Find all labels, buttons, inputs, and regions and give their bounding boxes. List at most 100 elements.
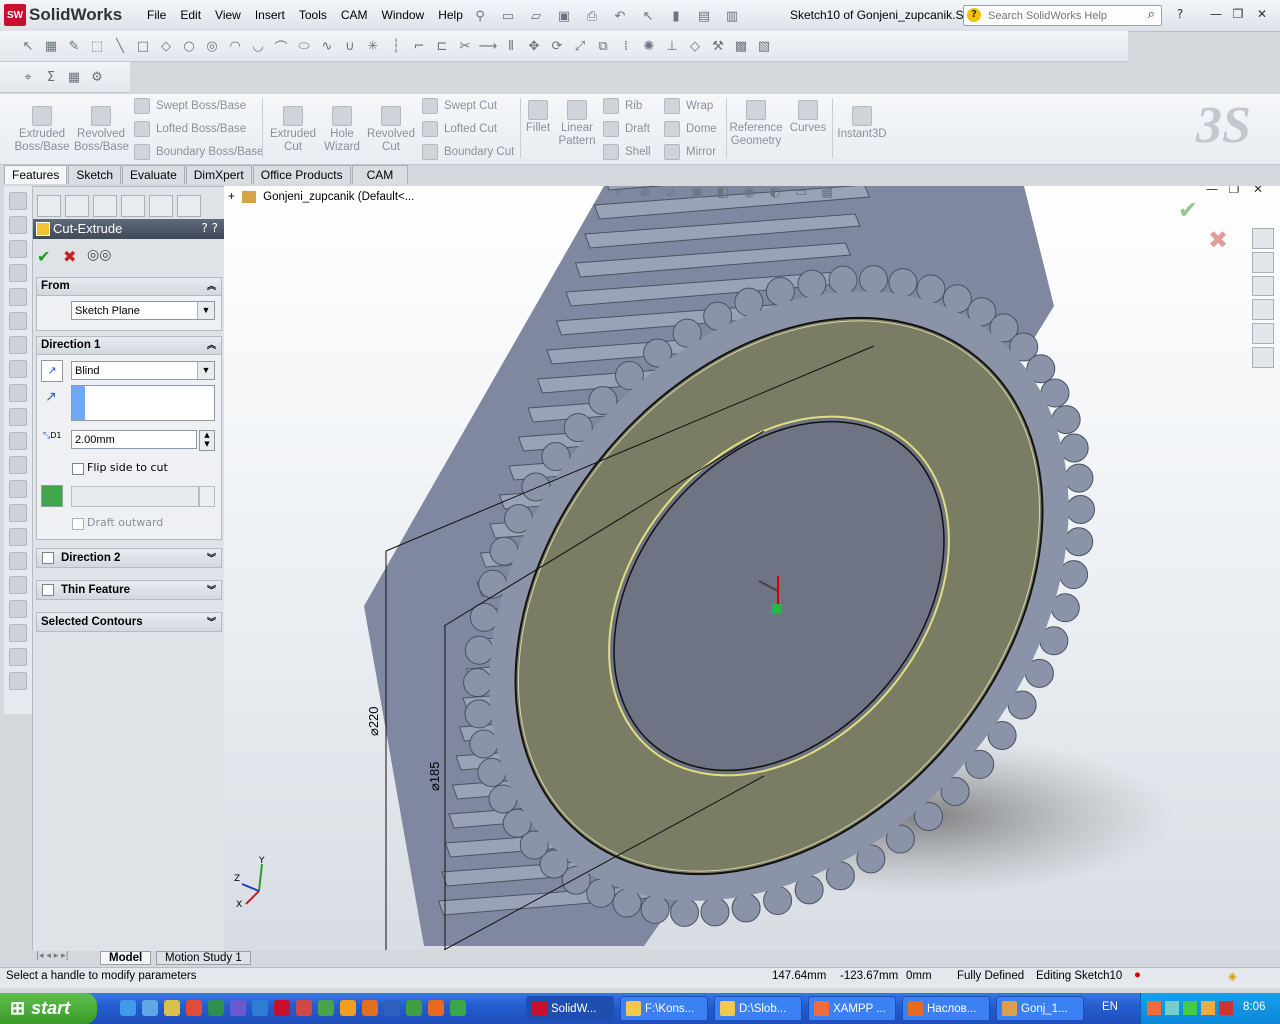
display-style-icon[interactable]: ◧ [713, 186, 733, 202]
hide-show-icon[interactable]: ◉ [739, 186, 759, 202]
rib-button[interactable]: Rib [603, 98, 642, 114]
quicklaunch-icon[interactable] [450, 1000, 466, 1016]
centerline-icon[interactable]: ┆ [386, 36, 406, 56]
tool-icon[interactable] [9, 192, 27, 210]
tab-model[interactable]: Model [100, 951, 152, 965]
quicklaunch-icon[interactable] [340, 1000, 356, 1016]
direction1-header[interactable]: Direction 1 ︽ [37, 337, 221, 355]
print-icon[interactable]: ⎙ [582, 6, 602, 26]
select-icon[interactable]: ↖ [638, 6, 658, 26]
tool-icon[interactable] [9, 456, 27, 474]
relations-icon[interactable]: ⊥ [662, 36, 682, 56]
menu-view[interactable]: View [208, 6, 248, 24]
rebuild-icon[interactable]: ▮ [666, 6, 686, 26]
tool-icon[interactable] [9, 360, 27, 378]
scale-icon[interactable]: ⤢ [570, 36, 590, 56]
new-document-icon[interactable]: ▭ [498, 6, 518, 26]
circular-pattern-icon[interactable]: ✺ [639, 36, 659, 56]
sketch-icon[interactable]: ✎ [64, 36, 84, 56]
open-icon[interactable]: ▱ [526, 6, 546, 26]
doc-restore-icon[interactable]: ❐ [1226, 186, 1242, 196]
offset-icon[interactable]: ⊏ [432, 36, 452, 56]
tool-icon[interactable] [9, 312, 27, 330]
taskbar-button-folder-f[interactable]: F:\Kons... [620, 996, 708, 1021]
boundary-boss-button[interactable]: Boundary Boss/Base [134, 144, 263, 160]
perimeter-circle-icon[interactable]: ◎ [202, 36, 222, 56]
extruded-cut-button[interactable]: Extruded Cut [268, 106, 318, 154]
cam-manager-tab-icon[interactable] [177, 195, 201, 217]
tab-features[interactable]: Features [4, 165, 68, 184]
tool-icon[interactable] [9, 648, 27, 666]
zoom-area-icon[interactable]: ⊕ [635, 186, 655, 202]
hole-wizard-button[interactable]: Hole Wizard [320, 106, 364, 154]
search-icon[interactable]: ⌕ [1148, 7, 1155, 22]
dimension-d1[interactable]: ⌀220 [366, 706, 382, 736]
tool-icon[interactable] [9, 576, 27, 594]
quicklaunch-icon[interactable] [252, 1000, 268, 1016]
boundary-cut-button[interactable]: Boundary Cut [422, 144, 514, 160]
tool-icon[interactable] [9, 432, 27, 450]
dimension-icon[interactable]: ⌖ [18, 67, 38, 87]
zoom-to-fit-icon[interactable]: ⌕ [609, 186, 629, 202]
depth-input[interactable]: 2.00mm [71, 430, 197, 449]
taskbar-button-folder-d[interactable]: D:\Slob... [714, 996, 802, 1021]
menu-cam[interactable]: CAM [334, 6, 375, 24]
taskbar-button-xampp[interactable]: XAMPP ... [808, 996, 896, 1021]
tool-icon[interactable] [9, 528, 27, 546]
polygon-icon[interactable]: ◇ [156, 36, 176, 56]
help-dropdown-icon[interactable]: ? [1172, 7, 1188, 21]
section-view-icon[interactable]: ⧄ [661, 186, 681, 202]
fillet-button[interactable]: Fillet [524, 100, 552, 135]
ellipse-icon[interactable]: ⬭ [294, 36, 314, 56]
solidworks-resources-icon[interactable] [1252, 228, 1274, 249]
linear-pattern-button[interactable]: Linear Pattern [556, 100, 598, 148]
lofted-cut-button[interactable]: Lofted Cut [422, 121, 497, 137]
circle-icon[interactable]: ○ [179, 36, 199, 56]
tangent-arc-icon[interactable]: ◡ [248, 36, 268, 56]
revolved-boss-button[interactable]: Revolved Boss/Base [74, 106, 129, 154]
shell-button[interactable]: Shell [603, 144, 651, 160]
configuration-icon[interactable]: ⚙ [87, 67, 107, 87]
help-search-input[interactable] [986, 7, 1135, 24]
instant3d-button[interactable]: Instant3D [836, 106, 888, 141]
dome-button[interactable]: Dome [664, 121, 717, 137]
grid-icon[interactable]: ▦ [41, 36, 61, 56]
design-library-icon[interactable] [1252, 251, 1274, 273]
chrome-icon[interactable] [406, 1000, 422, 1016]
tool-icon[interactable] [9, 672, 27, 690]
file-properties-icon[interactable]: ▤ [694, 6, 714, 26]
quicklaunch-icon[interactable] [164, 1000, 180, 1016]
direction-selection-box[interactable] [71, 385, 215, 421]
confirm-cancel-icon[interactable]: ✖ [1208, 226, 1228, 254]
quicklaunch-icon[interactable] [186, 1000, 202, 1016]
menu-window[interactable]: Window [375, 6, 432, 24]
quicklaunch-icon[interactable] [296, 1000, 312, 1016]
close-icon[interactable]: ✕ [1254, 7, 1270, 21]
parabola-icon[interactable]: ∪ [340, 36, 360, 56]
cancel-button[interactable]: ✖ [63, 247, 76, 266]
spline-icon[interactable]: ∿ [317, 36, 337, 56]
swept-cut-button[interactable]: Swept Cut [422, 98, 497, 114]
from-select[interactable]: Sketch Plane ▼ [71, 301, 215, 320]
tray-icon[interactable] [1201, 1001, 1215, 1015]
flip-side-checkbox[interactable] [72, 463, 84, 475]
restore-icon[interactable]: ❐ [1230, 7, 1246, 21]
app-logo[interactable]: SW SolidWorks [4, 4, 122, 26]
tab-evaluate[interactable]: Evaluate [122, 165, 185, 184]
select-arrow-icon[interactable]: ↖ [18, 36, 38, 56]
quick-snaps-icon[interactable]: ▩ [731, 36, 751, 56]
thin-feature-group[interactable]: Thin Feature ︾ [36, 580, 222, 600]
tool-icon[interactable] [9, 600, 27, 618]
ok-button[interactable]: ✔ [37, 247, 50, 266]
expand-icon[interactable]: + [228, 191, 235, 203]
firefox-icon[interactable] [428, 1000, 444, 1016]
equations-icon[interactable]: Σ [41, 67, 61, 87]
reference-geometry-button[interactable]: Reference Geometry [728, 100, 784, 148]
wrap-button[interactable]: Wrap [664, 98, 713, 114]
quicklaunch-icon[interactable] [142, 1000, 158, 1016]
doc-close-icon[interactable]: ✕ [1250, 186, 1266, 196]
tab-motion-study[interactable]: Motion Study 1 [156, 951, 251, 965]
quicklaunch-icon[interactable] [384, 1000, 400, 1016]
design-table-icon[interactable]: ▦ [64, 67, 84, 87]
tab-scroll-icons[interactable]: |◂ ◂ ▸ ▸| [36, 951, 69, 961]
